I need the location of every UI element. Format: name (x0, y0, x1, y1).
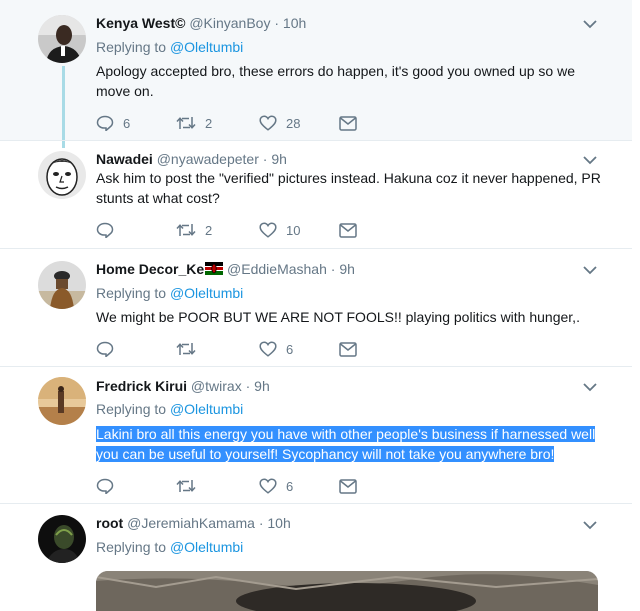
avatar[interactable] (38, 377, 86, 425)
separator: · (274, 15, 280, 31)
reply-icon (96, 115, 114, 131)
tweet-header: Kenya West© @KinyanBoy · 10h (96, 15, 306, 31)
dm-button[interactable] (339, 220, 357, 240)
like-button[interactable]: 10 (259, 220, 300, 240)
timestamp[interactable]: 10h (283, 15, 306, 31)
replying-to: Replying to @Oleltumbi (96, 539, 243, 555)
like-icon (259, 341, 277, 357)
tweet-text-line: Lakini bro all this energy you have with… (96, 426, 596, 442)
tweet-header: Fredrick Kirui @twirax · 9h (96, 378, 270, 394)
username[interactable]: @KinyanBoy (189, 15, 270, 31)
avatar[interactable] (38, 515, 86, 563)
display-name[interactable]: Kenya West© (96, 15, 185, 31)
username[interactable]: @JeremiahKamama (127, 515, 255, 531)
tweet-header: Nawadei @nyawadepeter · 9h (96, 151, 287, 167)
like-icon (259, 115, 277, 131)
retweet-button[interactable] (176, 476, 205, 496)
like-button[interactable]: 6 (259, 339, 293, 359)
timestamp[interactable]: 9h (339, 261, 355, 277)
timestamp[interactable]: 9h (271, 151, 287, 167)
retweet-icon (176, 224, 196, 236)
chevron-down-icon[interactable] (582, 262, 598, 278)
avatar[interactable] (38, 151, 86, 199)
tweet-text: We might be POOR BUT WE ARE NOT FOOLS!! … (96, 309, 580, 325)
chevron-down-icon[interactable] (582, 16, 598, 32)
reply-icon (96, 478, 114, 494)
dm-button[interactable] (339, 476, 357, 496)
like-count: 28 (286, 115, 301, 131)
tweet-media[interactable] (96, 571, 598, 611)
display-name[interactable]: Nawadei (96, 151, 153, 167)
tweet-text: Apology accepted bro, these errors do ha… (96, 63, 575, 99)
replying-to-label: Replying to (96, 539, 167, 555)
username[interactable]: @EddieMashah (227, 261, 327, 277)
replying-to-link[interactable]: @Oleltumbi (170, 285, 243, 301)
replying-to: Replying to @Oleltumbi (96, 401, 243, 417)
dm-icon (339, 222, 357, 238)
reply-button[interactable]: 6 (96, 113, 130, 133)
replying-to-label: Replying to (96, 285, 167, 301)
reply-icon (96, 341, 114, 357)
avatar[interactable] (38, 261, 86, 309)
display-name[interactable]: Fredrick Kirui (96, 378, 187, 394)
replying-to-label: Replying to (96, 401, 167, 417)
reply-button[interactable] (96, 339, 123, 359)
like-count: 10 (286, 222, 301, 238)
dm-button[interactable] (339, 339, 357, 359)
reply-button[interactable] (96, 220, 123, 240)
retweet-icon (176, 343, 196, 355)
separator: · (258, 515, 264, 531)
tweet-header: Home Decor_Ke @EddieMashah · 9h (96, 261, 355, 277)
display-name[interactable]: Home Decor_Ke (96, 261, 204, 277)
chevron-down-icon[interactable] (582, 379, 598, 395)
like-button[interactable]: 6 (259, 476, 293, 496)
dm-icon (339, 478, 357, 494)
timestamp[interactable]: 10h (267, 515, 290, 531)
dm-icon (339, 115, 357, 131)
separator: · (330, 261, 336, 277)
separator: · (262, 151, 268, 167)
retweet-button[interactable]: 2 (176, 113, 212, 133)
dm-icon (339, 341, 357, 357)
like-count: 6 (286, 341, 294, 357)
tweet-text: Lakini bro all this energy you have with… (96, 424, 606, 464)
like-icon (259, 478, 277, 494)
retweet-button[interactable] (176, 339, 205, 359)
replying-to: Replying to @Oleltumbi (96, 39, 243, 55)
tweet-text-line: you can be useful to yourself! Sycophanc… (96, 446, 555, 462)
reply-button[interactable] (96, 476, 123, 496)
retweet-count: 2 (205, 115, 213, 131)
kenya-flag-icon (205, 262, 224, 275)
replying-to-link[interactable]: @Oleltumbi (170, 539, 243, 555)
separator: · (245, 378, 251, 394)
thread-line (62, 66, 65, 148)
chevron-down-icon[interactable] (582, 517, 598, 533)
replying-to-link[interactable]: @Oleltumbi (170, 39, 243, 55)
timestamp[interactable]: 9h (254, 378, 270, 394)
like-icon (259, 222, 277, 238)
like-count: 6 (286, 478, 294, 494)
retweet-button[interactable]: 2 (176, 220, 212, 240)
chevron-down-icon[interactable] (582, 152, 598, 168)
like-button[interactable]: 28 (259, 113, 300, 133)
username[interactable]: @twirax (191, 378, 242, 394)
tweet-text: Ask him to post the "verified" pictures … (96, 170, 601, 206)
retweet-icon (176, 480, 196, 492)
retweet-icon (176, 117, 196, 129)
replying-to-link[interactable]: @Oleltumbi (170, 401, 243, 417)
display-name[interactable]: root (96, 515, 123, 531)
replying-to-label: Replying to (96, 39, 167, 55)
replying-to: Replying to @Oleltumbi (96, 285, 243, 301)
dm-button[interactable] (339, 113, 357, 133)
avatar[interactable] (38, 15, 86, 63)
username[interactable]: @nyawadepeter (157, 151, 259, 167)
tweet-header: root @JeremiahKamama · 10h (96, 515, 291, 531)
reply-count: 6 (123, 115, 131, 131)
retweet-count: 2 (205, 222, 213, 238)
reply-icon (96, 222, 114, 238)
